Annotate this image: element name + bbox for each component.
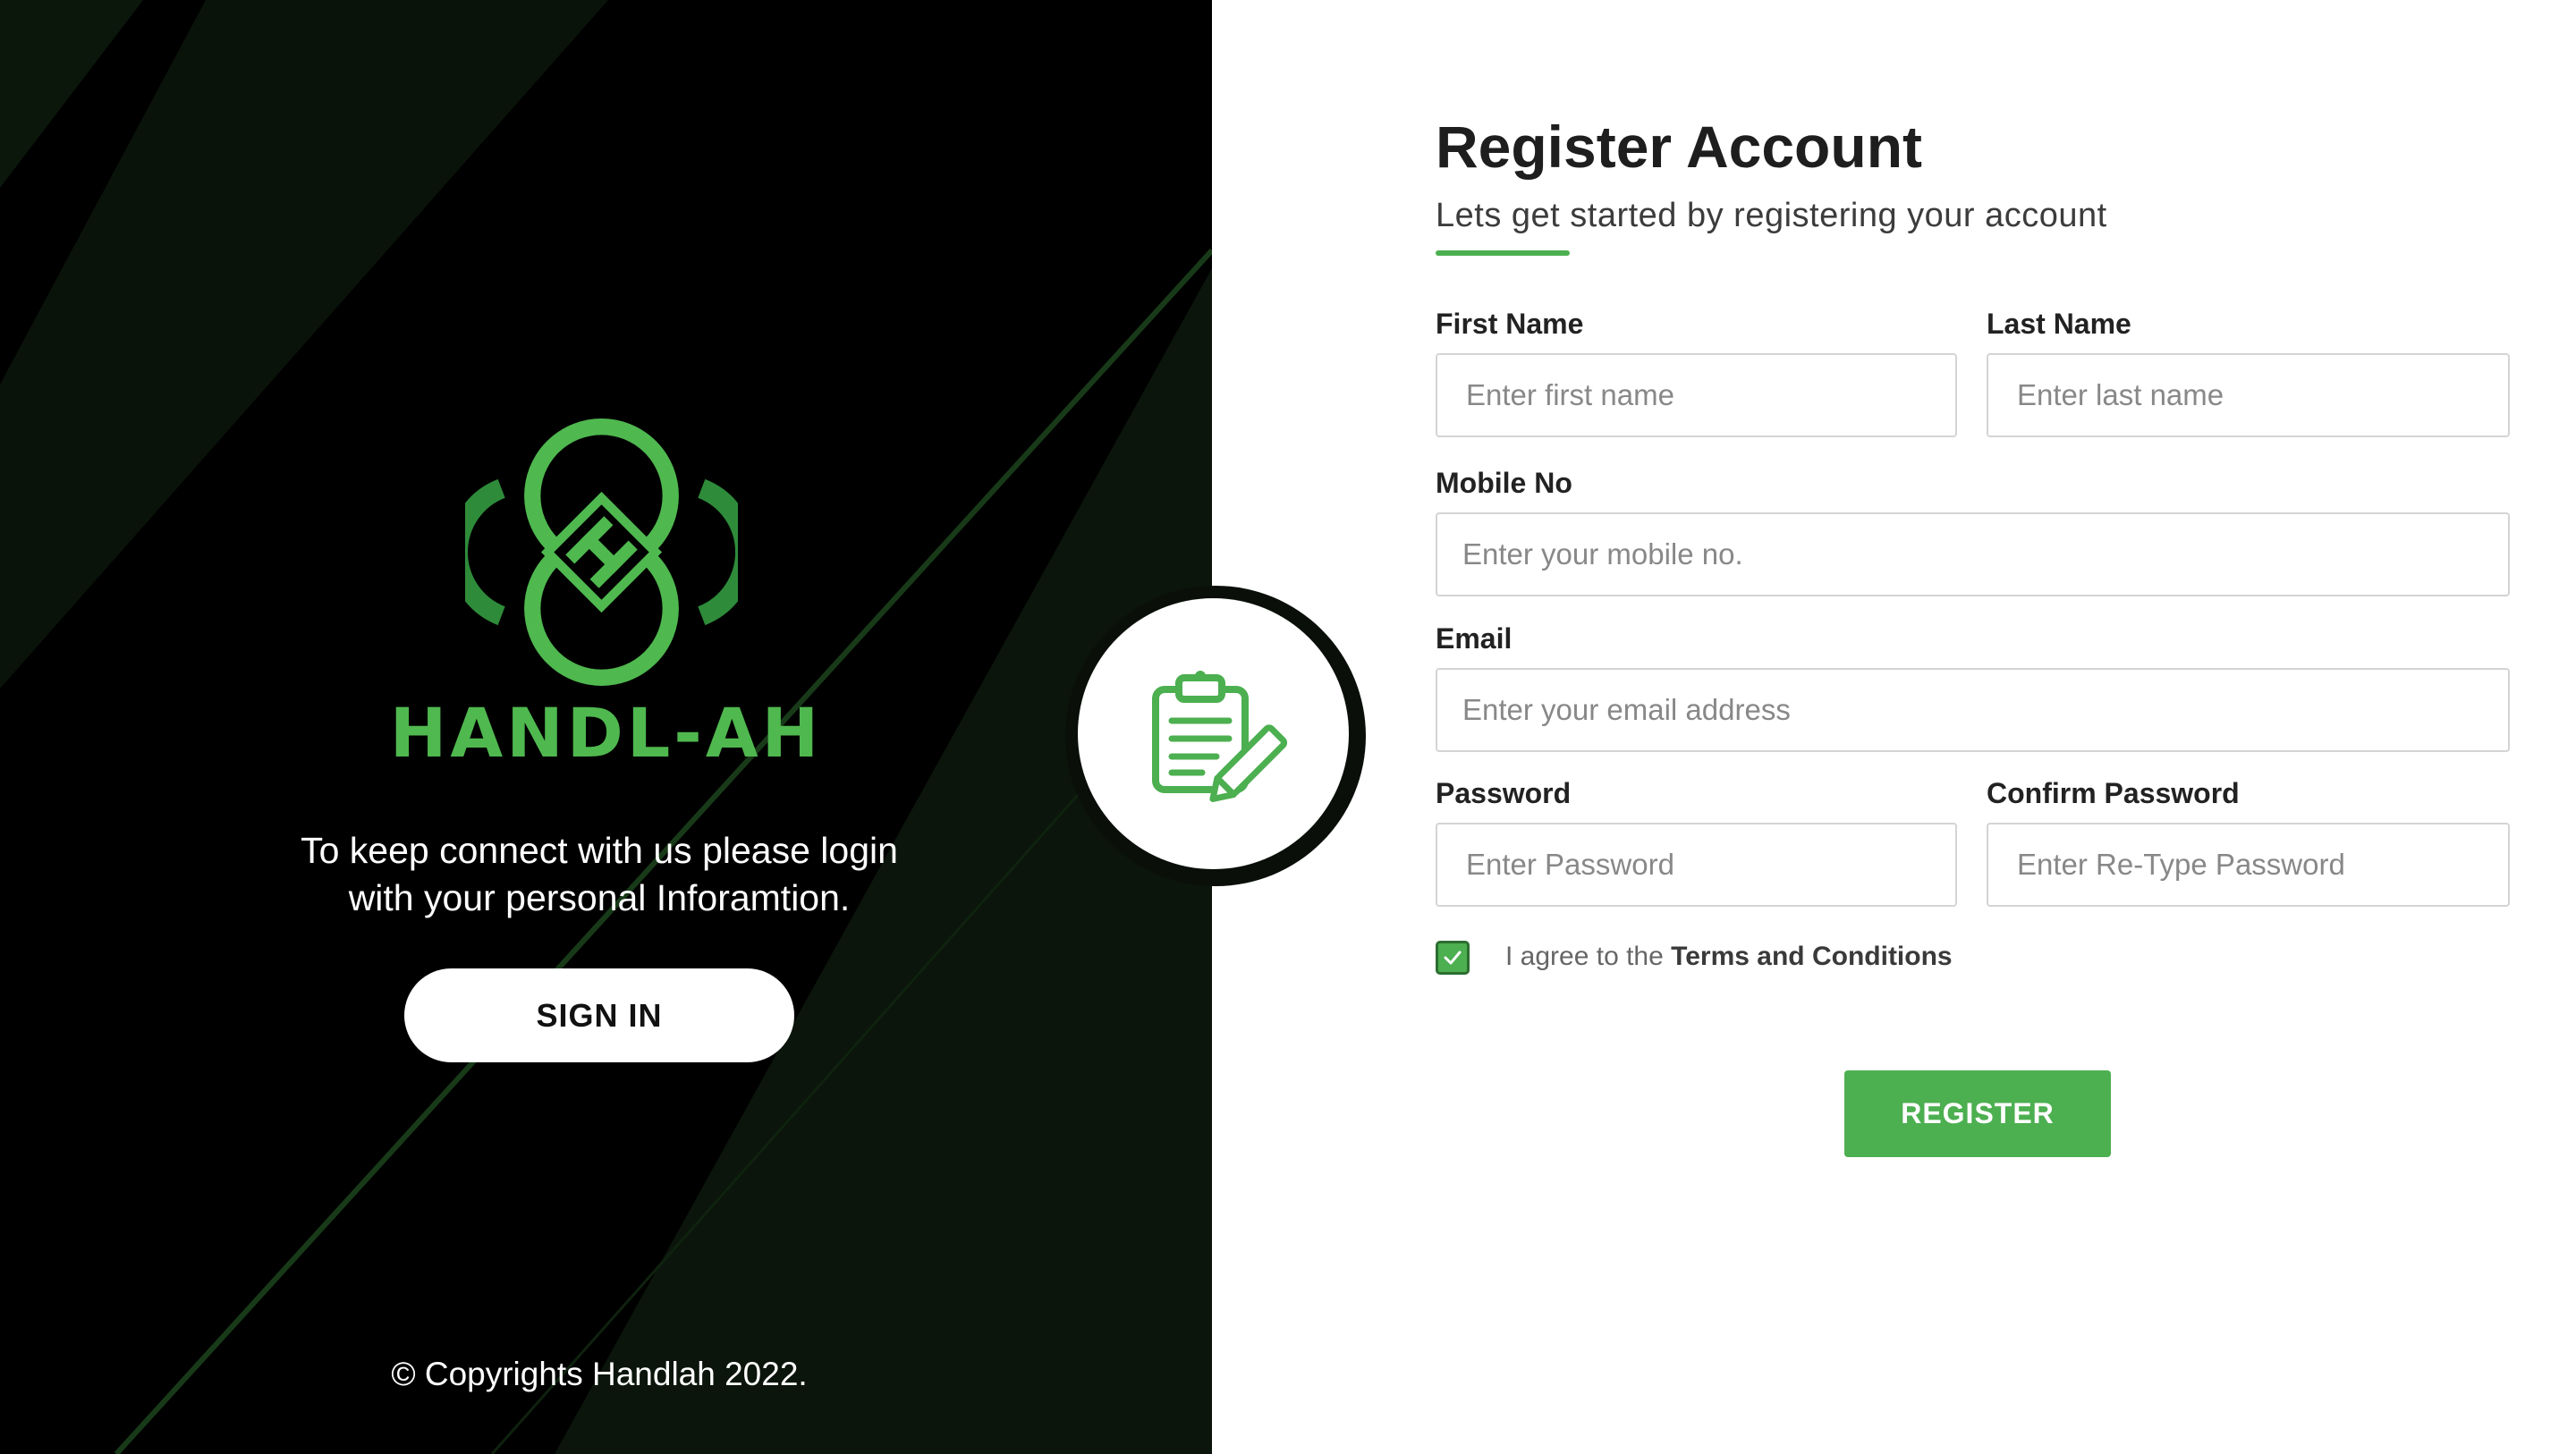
terms-link[interactable]: Terms and Conditions xyxy=(1671,942,1952,971)
email-input[interactable] xyxy=(1436,668,2510,752)
tagline-line-2: with your personal Inforamtion. xyxy=(348,877,851,918)
register-button[interactable]: REGISTER xyxy=(1844,1070,2111,1157)
confirm-password-input[interactable] xyxy=(1987,823,2510,907)
mobile-input[interactable] xyxy=(1436,512,2510,596)
mobile-label: Mobile No xyxy=(1436,467,1572,499)
brand-panel: HANDL-AH To keep connect with us please … xyxy=(0,0,1212,1454)
title-underline xyxy=(1436,250,1570,256)
tagline-line-1: To keep connect with us please login xyxy=(301,830,898,871)
email-label: Email xyxy=(1436,622,1513,655)
sign-in-button[interactable]: SIGN IN xyxy=(404,968,794,1062)
terms-checkbox[interactable] xyxy=(1436,941,1470,975)
page-title: Register Account xyxy=(1436,114,1922,180)
confirm-password-label: Confirm Password xyxy=(1987,777,2240,809)
password-label: Password xyxy=(1436,777,1572,809)
terms-agreement: I agree to the Terms and Conditions xyxy=(1505,942,1953,972)
page-subtitle: Lets get started by registering your acc… xyxy=(1436,197,2107,234)
brand-wordmark: HANDL-AH xyxy=(389,693,823,773)
clipboard-edit-icon xyxy=(1151,670,1287,802)
register-badge xyxy=(1078,598,1349,869)
password-input[interactable] xyxy=(1436,823,1957,907)
last-name-input[interactable] xyxy=(1987,353,2510,437)
first-name-label: First Name xyxy=(1436,308,1584,340)
handlah-logo xyxy=(465,418,738,686)
first-name-input[interactable] xyxy=(1436,353,1957,437)
tagline: To keep connect with us please login wit… xyxy=(215,827,984,922)
checkmark-icon xyxy=(1444,951,1462,965)
copyright-text: © Copyrights Handlah 2022. xyxy=(391,1356,808,1392)
last-name-label: Last Name xyxy=(1987,308,2131,340)
terms-prefix: I agree to the xyxy=(1505,942,1664,971)
